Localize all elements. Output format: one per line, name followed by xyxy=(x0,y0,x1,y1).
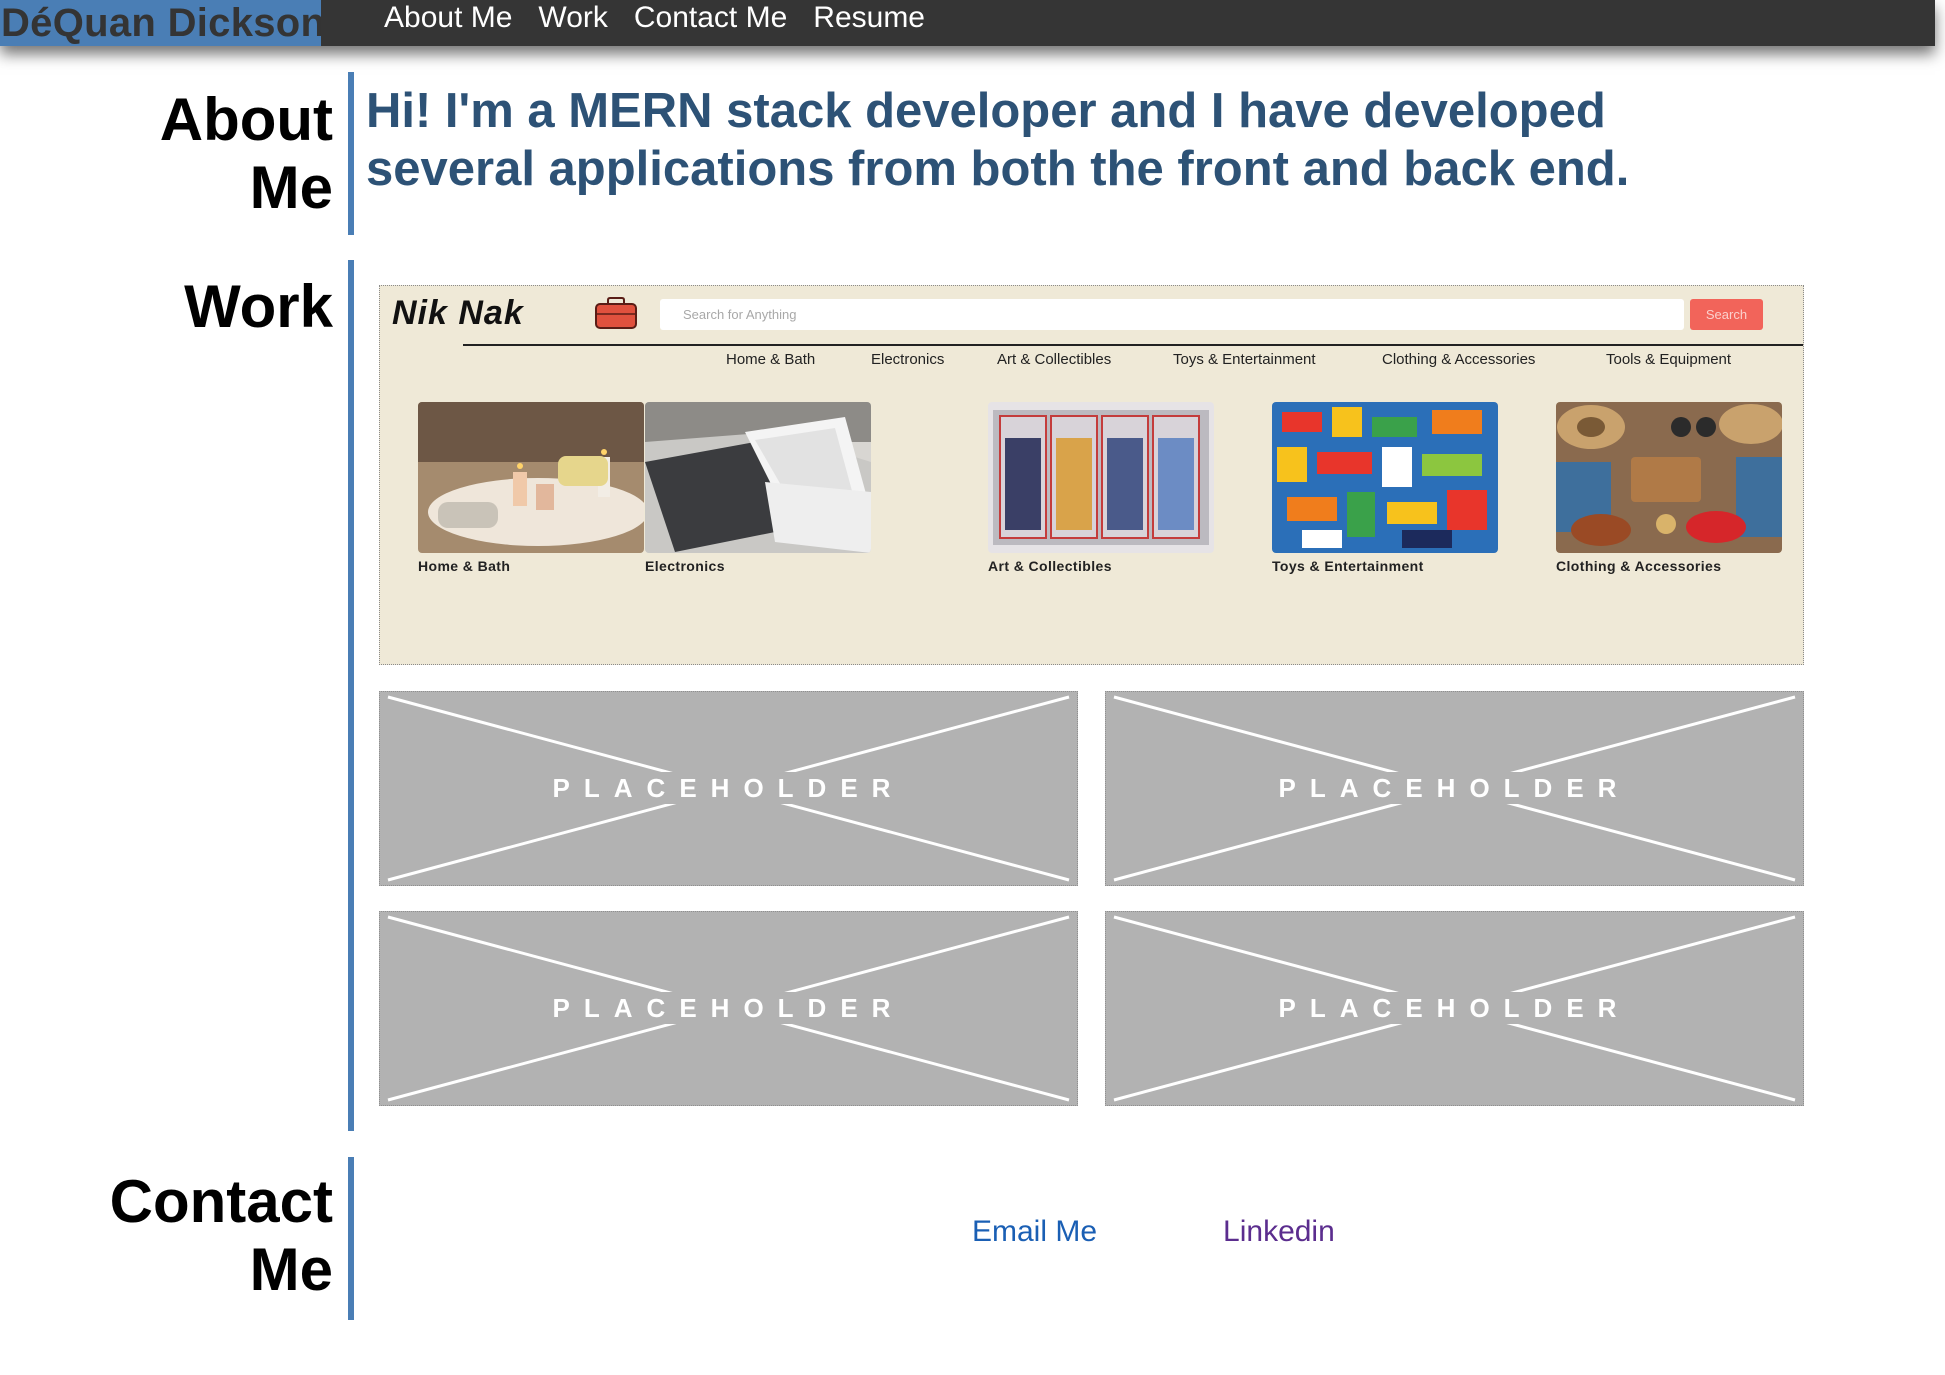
placeholder-label: PLACEHOLDER xyxy=(552,773,905,803)
nav-links: About Me Work Contact Me Resume xyxy=(384,0,925,40)
niknak-tile[interactable]: Home & Bath xyxy=(418,402,644,574)
shopping-bag-icon xyxy=(595,297,637,329)
contact-links: Email Me Linkedin xyxy=(972,1213,1335,1251)
contact-divider xyxy=(348,1157,354,1320)
project-placeholder[interactable]: PLACEHOLDER xyxy=(379,911,1078,1106)
about-divider xyxy=(348,72,354,235)
niknak-header-divider xyxy=(463,344,1803,346)
tile-caption: Toys & Entertainment xyxy=(1272,558,1424,574)
niknak-search-button[interactable]: Search xyxy=(1690,299,1763,330)
niknak-tile[interactable]: Clothing & Accessories xyxy=(1556,402,1782,574)
niknak-logo: Nik Nak xyxy=(392,294,524,332)
project-placeholder[interactable]: PLACEHOLDER xyxy=(1105,691,1804,886)
about-text: Hi! I'm a MERN stack developer and I hav… xyxy=(366,84,1630,196)
tile-caption: Clothing & Accessories xyxy=(1556,558,1722,574)
niknak-category[interactable]: Tools & Equipment xyxy=(1606,348,1731,372)
project-placeholder[interactable]: PLACEHOLDER xyxy=(1105,911,1804,1106)
niknak-category[interactable]: Electronics xyxy=(871,348,997,372)
tile-caption: Art & Collectibles xyxy=(988,558,1112,574)
tile-caption: Electronics xyxy=(645,558,725,574)
nav-link-work[interactable]: Work xyxy=(538,0,607,40)
niknak-category[interactable]: Toys & Entertainment xyxy=(1173,348,1382,372)
art-collectibles-image xyxy=(988,402,1214,553)
electronics-image xyxy=(645,402,871,553)
toys-entertainment-image xyxy=(1272,402,1498,553)
niknak-tile[interactable]: Electronics xyxy=(645,402,871,574)
niknak-tile[interactable]: Art & Collectibles xyxy=(988,402,1214,574)
contact-section-title: Contact Me xyxy=(110,1168,333,1304)
about-title-line2: Me xyxy=(249,154,333,221)
niknak-tile[interactable]: Toys & Entertainment xyxy=(1272,402,1498,574)
niknak-category-tiles: Home & Bath Electronics Art & Collectibl… xyxy=(418,402,1788,602)
project-placeholder[interactable]: PLACEHOLDER xyxy=(379,691,1078,886)
project-niknak-preview[interactable]: Nik Nak Search for Anything Search Home … xyxy=(379,285,1804,665)
contact-title-line1: Contact xyxy=(109,1168,333,1235)
about-section-title: About Me xyxy=(160,86,333,222)
placeholder-label: PLACEHOLDER xyxy=(1278,773,1631,803)
niknak-category[interactable]: Art & Collectibles xyxy=(997,348,1173,372)
top-navbar: DéQuan Dickson About Me Work Contact Me … xyxy=(0,0,1935,46)
work-divider xyxy=(348,260,354,1131)
niknak-category-nav: Home & Bath Electronics Art & Collectibl… xyxy=(726,348,1731,372)
placeholder-label: PLACEHOLDER xyxy=(552,993,905,1023)
clothing-accessories-image xyxy=(1556,402,1782,553)
niknak-category[interactable]: Clothing & Accessories xyxy=(1382,348,1606,372)
tile-caption: Home & Bath xyxy=(418,558,511,574)
placeholder-label: PLACEHOLDER xyxy=(1278,993,1631,1023)
work-section-title: Work xyxy=(184,273,333,340)
about-title-line1: About xyxy=(159,86,333,153)
linkedin-link[interactable]: Linkedin xyxy=(1223,1213,1335,1251)
email-link[interactable]: Email Me xyxy=(972,1213,1097,1251)
contact-title-line2: Me xyxy=(249,1236,333,1303)
niknak-category[interactable]: Home & Bath xyxy=(726,348,871,372)
brand-name[interactable]: DéQuan Dickson xyxy=(0,0,321,46)
nav-link-about[interactable]: About Me xyxy=(384,0,512,40)
nav-link-contact[interactable]: Contact Me xyxy=(634,0,787,40)
home-bath-image xyxy=(418,402,644,553)
nav-link-resume[interactable]: Resume xyxy=(813,0,925,40)
niknak-search-input[interactable]: Search for Anything xyxy=(660,299,1684,330)
